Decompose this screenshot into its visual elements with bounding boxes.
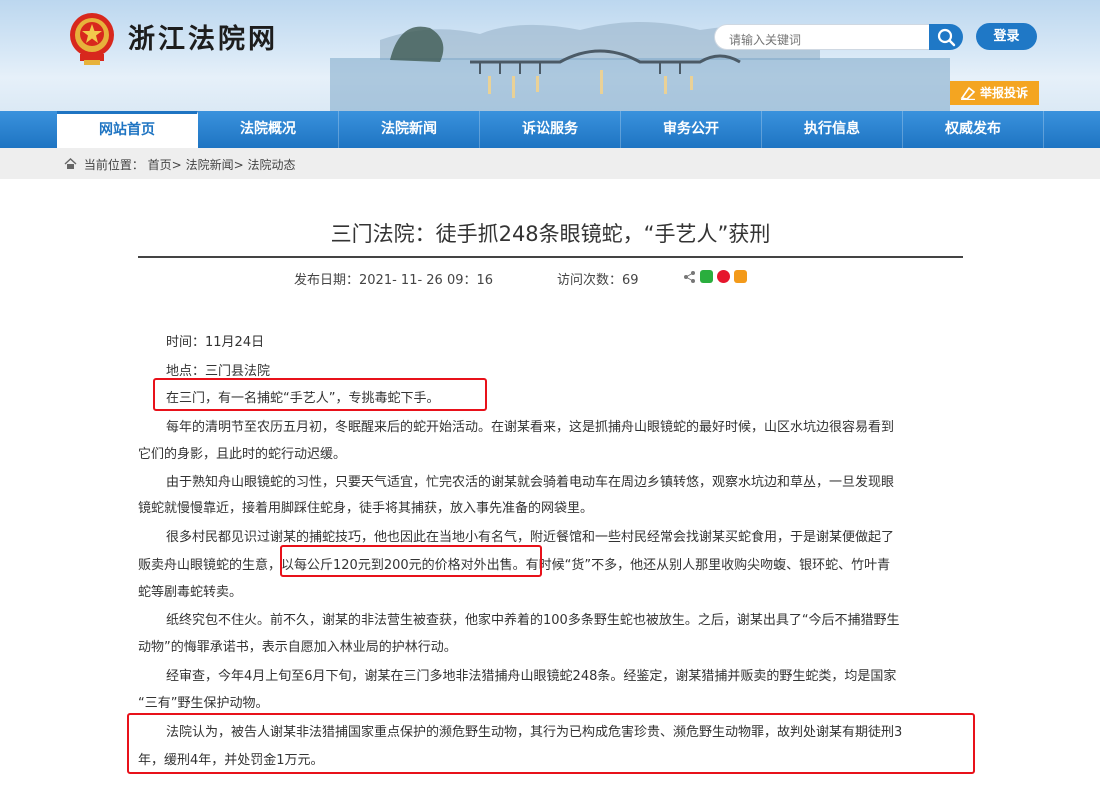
body-line: 经审查，今年4月上旬至6月下旬，谢某在三门多地非法猎捕舟山眼镜蛇248条。经鉴定… — [166, 669, 897, 684]
breadcrumb-label: 当前位置： — [83, 158, 144, 172]
share-icon[interactable] — [683, 270, 696, 283]
publish-date-value: 2021- 11- 26 09：16 — [359, 273, 494, 288]
add-icon[interactable] — [734, 270, 747, 283]
visit-count-value: 69 — [622, 273, 639, 288]
nav-item-litigation-service[interactable]: 诉讼服务 — [480, 111, 621, 148]
body-line: 蛇等剧毒蛇转卖。 — [138, 585, 243, 600]
visit-count: 访问次数：69 — [557, 269, 639, 288]
report-icon — [960, 86, 976, 100]
highlight-box-price — [280, 545, 542, 577]
site-title[interactable]: 浙江法院网 — [128, 17, 278, 56]
body-line: 时间：11月24日 — [166, 335, 265, 350]
search-button[interactable] — [929, 24, 963, 50]
nav-item-court-news[interactable]: 法院新闻 — [339, 111, 480, 148]
weibo-icon[interactable] — [717, 270, 730, 283]
body-line: 镜蛇就慢慢靠近，接着用脚踩住蛇身，徒手将其捕获，放入事先准备的网袋里。 — [138, 501, 594, 516]
emblem-icon — [70, 13, 114, 65]
breadcrumb-item-court-news[interactable]: 法院新闻> — [186, 158, 244, 172]
nav-item-official-release[interactable]: 权威发布 — [903, 111, 1044, 148]
nav-item-execution-info[interactable]: 执行信息 — [762, 111, 903, 148]
body-line: 由于熟知舟山眼镜蛇的习性，只要天气适宜，忙完农活的谢某就会骑着电动车在周边乡镇转… — [166, 475, 895, 490]
body-line: 每年的清明节至农历五月初，冬眠醒来后的蛇开始活动。在谢某看来，这是抓捕舟山眼镜蛇… — [166, 420, 895, 435]
home-icon — [64, 158, 77, 169]
report-button[interactable]: 举报投诉 — [950, 81, 1039, 105]
body-line: 地点：三门县法院 — [166, 364, 271, 379]
nav-item-home[interactable]: 网站首页 — [57, 111, 198, 148]
share-bar — [683, 270, 747, 283]
body-line: “三有”野生保护动物。 — [138, 696, 269, 711]
breadcrumb: 当前位置： 首页> 法院新闻> 法院动态 — [64, 156, 295, 173]
login-button[interactable]: 登录 — [976, 23, 1037, 50]
breadcrumb-bar: 当前位置： 首页> 法院新闻> 法院动态 — [0, 148, 1100, 179]
highlight-box-intro — [153, 378, 487, 411]
nav-item-trial-disclosure[interactable]: 审务公开 — [621, 111, 762, 148]
publish-date-label: 发布日期： — [294, 273, 360, 288]
body-line: 纸终究包不住火。前不久，谢某的非法营生被查获，他家中养着的100多条野生蛇也被放… — [166, 613, 900, 628]
search-input[interactable] — [714, 24, 930, 50]
body-line: 动物”的悔罪承诺书，表示自愿加入林业局的护林行动。 — [138, 640, 457, 655]
search-icon — [937, 28, 956, 47]
body-line: 它们的身影，且此时的蛇行动迟缓。 — [138, 447, 347, 462]
wechat-icon[interactable] — [700, 270, 713, 283]
main-nav: 网站首页 法院概况 法院新闻 诉讼服务 审务公开 执行信息 权威发布 — [0, 111, 1100, 148]
visit-count-label: 访问次数： — [557, 273, 623, 288]
report-label: 举报投诉 — [980, 86, 1029, 100]
nav-item-court-overview[interactable]: 法院概况 — [198, 111, 339, 148]
title-divider — [138, 256, 963, 258]
body-line: 很多村民都见识过谢某的捕蛇技巧，他也因此在当地小有名气，附近餐馆和一些村民经常会… — [166, 530, 895, 545]
publish-date: 发布日期：2021- 11- 26 09：16 — [294, 269, 493, 288]
article-title: 三门法院：徒手抓248条眼镜蛇，“手艺人”获刑 — [330, 222, 771, 246]
breadcrumb-item-home[interactable]: 首页> — [148, 158, 182, 172]
site-header: 浙江法院网 登录 举报投诉 — [0, 0, 1100, 111]
highlight-box-verdict — [127, 713, 975, 774]
breadcrumb-item-court-updates[interactable]: 法院动态 — [247, 158, 295, 172]
